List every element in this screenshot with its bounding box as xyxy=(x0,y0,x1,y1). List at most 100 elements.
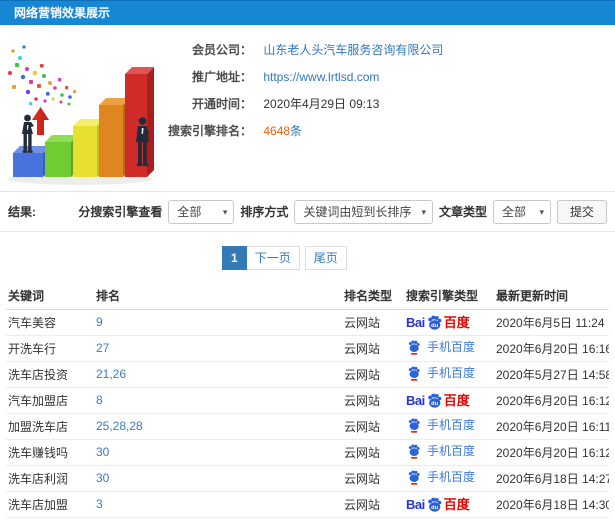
baidu-paw-icon: du xyxy=(427,315,442,330)
promo-url-label: 推广地址： xyxy=(191,70,252,84)
mobile-baidu-badge: 手机百度 xyxy=(406,364,475,381)
rank-type-cell: 云网站 xyxy=(342,439,404,466)
rank-type-cell: 云网站 xyxy=(342,465,404,492)
chevron-down-icon: ▾ xyxy=(222,206,228,217)
up-arrow xyxy=(32,107,49,135)
rank-type-cell: 云网站 xyxy=(342,387,404,414)
table-row: 洗车店利润 30 云网站 手机百度 2020年6月18日 14:27 xyxy=(6,465,609,492)
sort-label: 排序方式 xyxy=(240,205,289,219)
baidu-du-text: du xyxy=(431,400,439,406)
engine-rank-count: 4648 xyxy=(263,124,291,138)
filter-bar: 结果: 分搜索引擎查看 全部 ▾ 排序方式 关键词由短到长排序 ▾ 文章类型 全… xyxy=(0,191,615,232)
rank-link[interactable]: 30 xyxy=(96,471,109,485)
last-page-button[interactable]: 尾页 xyxy=(304,246,347,270)
table-body: 汽车美容 9 云网站 Bai du 百度 2020年6月5日 11:24 开洗车… xyxy=(6,309,609,518)
header-rank-type: 排名类型 xyxy=(342,282,404,310)
rank-link[interactable]: 3 xyxy=(96,497,103,511)
keyword-cell: 开洗车行 xyxy=(6,335,94,362)
keyword-cell: 加盟洗车店 xyxy=(6,413,94,440)
rank-type-cell: 云网站 xyxy=(342,335,404,362)
baidu-bai-text: Bai xyxy=(406,314,425,330)
update-time-cell: 2020年6月20日 16:12 xyxy=(494,439,609,466)
rank-type-cell: 云网站 xyxy=(342,361,404,388)
member-info-section: 会员公司： 山东老人头汽车服务咨询有限公司 推广地址： https://www.… xyxy=(0,25,615,191)
baidu-paw-icon: du xyxy=(427,497,442,512)
engine-filter-label: 分搜索引擎查看 xyxy=(78,205,163,219)
keyword-cell: 洗车赚钱吗 xyxy=(6,439,94,466)
open-time-value: 2020年4月29日 09:13 xyxy=(263,97,380,111)
update-time-cell: 2020年6月18日 14:30 xyxy=(494,491,609,518)
baidu-cn-text: 百度 xyxy=(443,392,470,408)
baidu-cn-text: 百度 xyxy=(443,314,470,330)
engine-rank-unit: 条 xyxy=(290,124,303,138)
header-keyword: 关键词 xyxy=(6,282,94,310)
article-type-select[interactable]: 全部 ▾ xyxy=(492,199,551,224)
promo-url-link[interactable]: https://www.lrtlsd.com xyxy=(263,70,379,84)
page-title: 网络营销效果展示 xyxy=(14,6,111,20)
table-row: 洗车店加盟 3 云网站 Bai du 百度 2020年6月18日 14:30 xyxy=(6,491,609,518)
keyword-cell: 汽车美容 xyxy=(6,309,94,336)
table-row: 洗车赚钱吗 30 云网站 手机百度 2020年6月20日 16:12 xyxy=(6,439,609,466)
engine-rank-row: 搜索引擎排名： 4648条 xyxy=(160,118,615,145)
update-time-cell: 2020年6月18日 14:27 xyxy=(494,465,609,492)
rank-link[interactable]: 30 xyxy=(96,445,109,459)
mobile-baidu-icon xyxy=(408,366,420,381)
rank-link[interactable]: 9 xyxy=(96,315,103,329)
chevron-down-icon: ▾ xyxy=(539,206,544,217)
mobile-baidu-badge: 手机百度 xyxy=(406,468,475,485)
bars xyxy=(13,67,154,177)
page-1-button[interactable]: 1 xyxy=(222,246,247,270)
mobile-baidu-text: 手机百度 xyxy=(427,444,476,459)
mobile-baidu-badge: 手机百度 xyxy=(406,416,475,433)
table-header-row: 关键词 排名 排名类型 搜索引擎类型 最新更新时间 xyxy=(6,282,609,310)
baidu-logo: Bai du 百度 xyxy=(406,496,470,513)
rank-link[interactable]: 25,28,28 xyxy=(96,419,143,433)
table-row: 加盟洗车店 25,28,28 云网站 手机百度 2020年6月20日 16:11 xyxy=(6,413,609,440)
confetti-dots xyxy=(8,45,77,106)
rank-link[interactable]: 21,26 xyxy=(96,367,126,381)
header-engine-type: 搜索引擎类型 xyxy=(404,282,494,310)
keyword-cell: 洗车店加盟 xyxy=(6,491,94,518)
mobile-baidu-icon xyxy=(408,340,420,355)
baidu-logo: Bai du 百度 xyxy=(406,314,470,331)
update-time-cell: 2020年6月5日 11:24 xyxy=(494,309,609,336)
bar-chart-illustration xyxy=(8,45,156,185)
rank-type-cell: 云网站 xyxy=(342,309,404,336)
keyword-cell: 洗车店投资 xyxy=(6,361,94,388)
rank-link[interactable]: 8 xyxy=(96,393,103,407)
header-update-time: 最新更新时间 xyxy=(494,282,609,310)
company-label: 会员公司： xyxy=(191,43,252,57)
update-time-cell: 2020年5月27日 14:58 xyxy=(494,361,609,388)
baidu-cn-text: 百度 xyxy=(443,496,470,512)
rank-type-cell: 云网站 xyxy=(342,491,404,518)
baidu-bai-text: Bai xyxy=(406,496,425,512)
mobile-baidu-text: 手机百度 xyxy=(427,366,476,381)
keyword-cell: 汽车加盟店 xyxy=(6,387,94,414)
next-page-button[interactable]: 下一页 xyxy=(246,246,300,270)
mobile-baidu-badge: 手机百度 xyxy=(406,338,475,355)
mobile-baidu-icon xyxy=(408,470,420,485)
open-time-label: 开通时间： xyxy=(191,97,252,111)
engine-filter-value: 全部 xyxy=(177,204,202,219)
keyword-cell: 洗车店利润 xyxy=(6,465,94,492)
open-time-row: 开通时间： 2020年4月29日 09:13 xyxy=(160,91,615,118)
engine-filter-select[interactable]: 全部 ▾ xyxy=(168,199,235,224)
update-time-cell: 2020年6月20日 16:16 xyxy=(494,335,609,362)
mobile-baidu-icon xyxy=(408,418,420,433)
member-info-list: 会员公司： 山东老人头汽车服务咨询有限公司 推广地址： https://www.… xyxy=(160,25,615,145)
submit-button[interactable]: 提交 xyxy=(556,199,607,224)
rank-link[interactable]: 27 xyxy=(96,341,109,355)
table-row: 洗车店投资 21,26 云网站 手机百度 2020年5月27日 14:58 xyxy=(6,361,609,388)
company-name-link[interactable]: 山东老人头汽车服务咨询有限公司 xyxy=(263,43,443,57)
update-time-cell: 2020年6月20日 16:11 xyxy=(494,413,609,440)
keyword-rank-table: 关键词 排名 排名类型 搜索引擎类型 最新更新时间 汽车美容 9 云网站 Bai… xyxy=(6,282,609,518)
mobile-baidu-badge: 手机百度 xyxy=(406,442,475,459)
mobile-baidu-text: 手机百度 xyxy=(427,418,476,433)
mobile-baidu-icon xyxy=(408,444,420,459)
baidu-paw-icon: du xyxy=(427,393,442,408)
table-row: 汽车美容 9 云网站 Bai du 百度 2020年6月5日 11:24 xyxy=(6,309,609,336)
mobile-baidu-text: 手机百度 xyxy=(427,470,476,485)
baidu-du-text: du xyxy=(431,322,439,328)
baidu-logo: Bai du 百度 xyxy=(406,392,470,409)
sort-select[interactable]: 关键词由短到长排序 ▾ xyxy=(294,199,433,224)
